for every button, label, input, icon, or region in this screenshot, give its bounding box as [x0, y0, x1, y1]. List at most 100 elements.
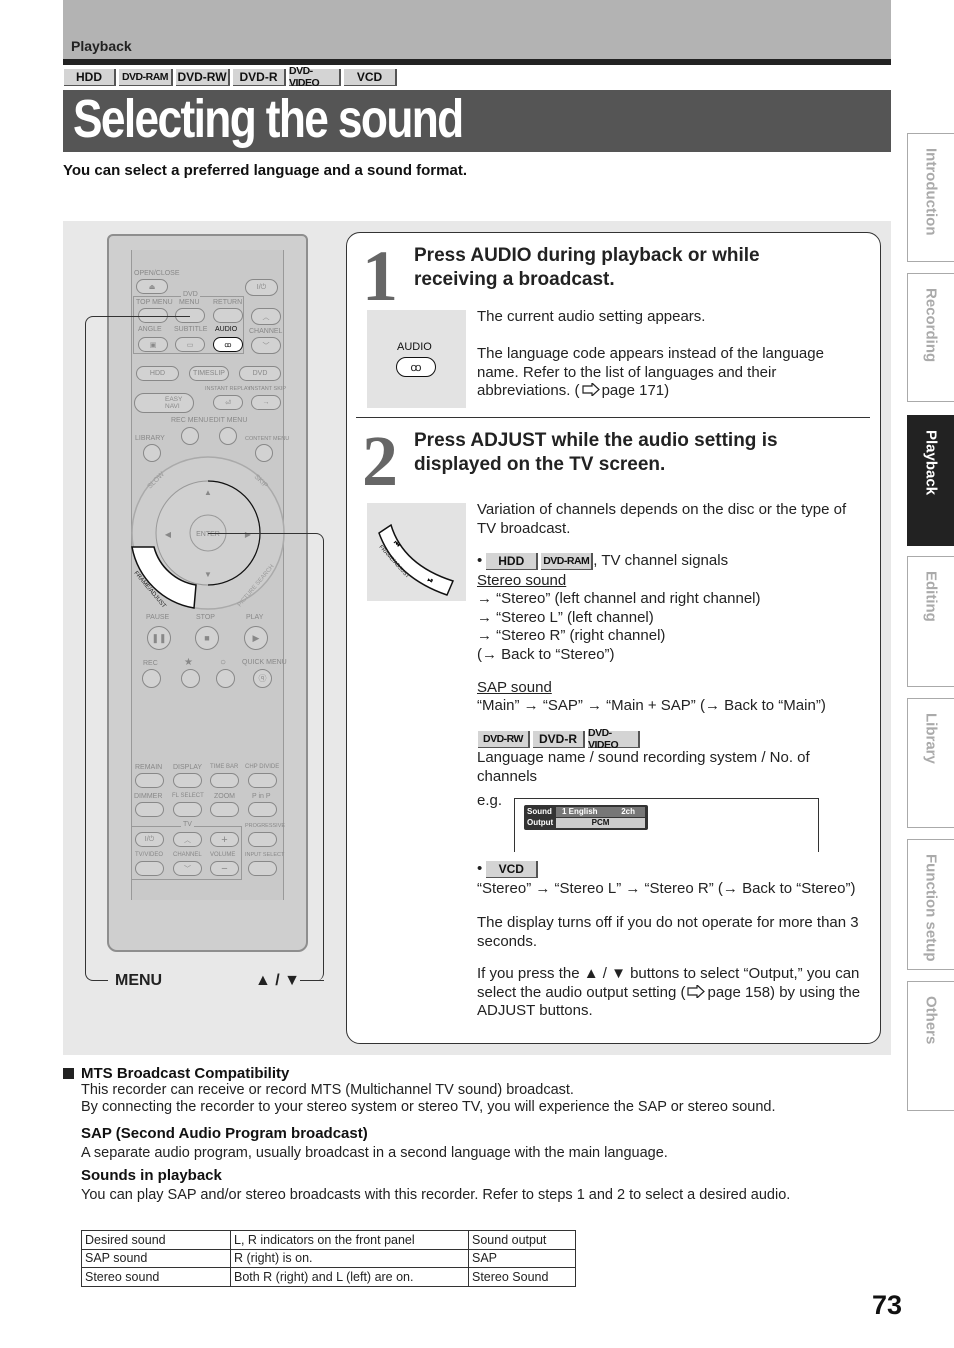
tab-playback[interactable]: Playback [907, 415, 954, 546]
mts-heading: MTS Broadcast Compatibility [63, 1064, 863, 1082]
hdd-dvdram-line: • HDD DVD-RAM , TV channel signals [477, 552, 729, 570]
badge-dvd-rw-inline: DVD-RW [478, 731, 530, 748]
tab-function-setup[interactable]: Function setup [907, 839, 954, 970]
updown-callout-label: ▲ / ▼ [255, 972, 301, 989]
tab-others[interactable]: Others [907, 981, 954, 1111]
power-button[interactable]: I/⏻ [245, 279, 278, 296]
table-row: Stereo sound Both R (right) and L (left)… [81, 1267, 576, 1287]
table-header: L, R indicators on the front panel [230, 1230, 469, 1250]
table-cell: Stereo sound [81, 1267, 231, 1287]
dvd-label: DVD [181, 291, 200, 298]
dvd-button[interactable]: DVD [239, 366, 281, 381]
instant-skip-label: INSTANT SKIP [249, 386, 287, 392]
audio-button-illustration: AUDIO ꝏ [367, 310, 466, 408]
step-2-number: 2 [362, 421, 398, 501]
tab-recording[interactable]: Recording [907, 273, 954, 402]
audio-button[interactable]: ꝏ [213, 337, 243, 352]
mts-line-2: By connecting the recorder to your stere… [81, 1099, 776, 1115]
return-label: RETURN [213, 299, 243, 306]
step-1-number: 1 [362, 236, 398, 316]
return-button[interactable] [213, 308, 243, 323]
badge-dvd-r: DVD-R [233, 69, 286, 86]
channel-up-button[interactable]: ︿ [251, 308, 281, 325]
stereo-line-1: → “Stereo” (left channel and right chann… [477, 590, 761, 607]
sap-line: “Main” → “SAP” → “Main + SAP” (→ Back to… [477, 697, 826, 714]
edit-menu-button[interactable] [219, 427, 237, 445]
instant-replay-button[interactable]: ⏎ [213, 395, 243, 410]
vcd-sequence: “Stereo” → “Stereo L” → “Stereo R” (→ Ba… [477, 880, 856, 897]
osd-output-value: PCM [556, 818, 645, 828]
badge-vcd: VCD [344, 69, 397, 86]
vcd-line: • VCD [477, 860, 539, 879]
table-cell: R (right) is on. [230, 1248, 469, 1268]
page-number: 73 [872, 1290, 903, 1320]
badge-hdd-inline: HDD [486, 552, 539, 570]
header-band [63, 0, 891, 59]
square-bullet-icon [63, 1067, 74, 1079]
audio-illus-label: AUDIO [397, 341, 432, 353]
hdd-suffix: , TV channel signals [593, 552, 729, 569]
step-2-title: Press ADJUST while the audio setting is … [414, 430, 778, 475]
frame-adjust-icon: ⏮ ⏯ FRAME/ADJUST [378, 523, 455, 596]
menu-label: MENU [179, 299, 200, 306]
step-1-title: Press AUDIO during playback or while rec… [414, 245, 760, 290]
up-arrow-icon: ▲ [204, 488, 212, 497]
tab-editing[interactable]: Editing [907, 556, 954, 687]
table-row: SAP sound R (right) is on. SAP [81, 1248, 576, 1268]
osd-sound-value: 1 English 2ch [556, 807, 645, 817]
notes-section: MTS Broadcast Compatibility This recorde… [63, 1064, 863, 1204]
osd-output-label: Output [527, 818, 554, 827]
updown-callout-end [300, 980, 324, 981]
channel-label: CHANNEL [249, 328, 283, 335]
badge-hdd: HDD [64, 69, 116, 86]
open-close-label: OPEN/CLOSE [134, 270, 180, 277]
display-off-note: The display turns off if you do not oper… [477, 914, 859, 950]
table-cell: SAP sound [81, 1248, 231, 1268]
badge-dvd-ram: DVD-RAM [119, 69, 173, 86]
menu-callout-line [85, 316, 190, 981]
table-cell: SAP [468, 1248, 576, 1268]
content-menu-label: CONTENT MENU [245, 436, 290, 442]
output-note: If you press the ▲ / ▼ buttons to select… [477, 965, 861, 1019]
osd-display: Sound 1 English 2ch Output PCM [524, 805, 648, 830]
badge-dvd-r-inline: DVD-R [533, 731, 585, 748]
timeslip-button[interactable]: TIMESLIP [189, 366, 229, 381]
badge-dvd-video-inline: DVD-VIDEO [588, 727, 640, 751]
channel-down-button[interactable]: ﹀ [251, 337, 281, 354]
badge-dvd-video: DVD-VIDEO [289, 65, 341, 89]
badge-dvd-ram-inline: DVD-RAM [541, 552, 594, 570]
mts-line-1: This recorder can receive or record MTS … [81, 1082, 574, 1098]
table-header-row: Desired sound L, R indicators on the fro… [81, 1230, 576, 1250]
page-ref-arrow-icon [581, 383, 600, 396]
sap-text: A separate audio program, usually broadc… [81, 1145, 668, 1161]
step-1-text-1: The current audio setting appears. [477, 308, 706, 325]
table-header: Desired sound [81, 1230, 231, 1250]
stereo-line-2: → “Stereo L” (left channel) [477, 609, 654, 626]
audio-icon: ꝏ [396, 357, 436, 377]
instant-skip-button[interactable]: → [251, 395, 281, 410]
section-label: Playback [71, 38, 132, 54]
open-close-button[interactable]: ⏏ [136, 279, 168, 294]
badge-vcd-inline: VCD [486, 860, 539, 878]
edit-menu-label: EDIT MENU [209, 417, 248, 424]
stereo-line-3: → “Stereo R” (right channel) [477, 627, 666, 644]
osd-sound-label: Sound [527, 807, 552, 816]
badge-dvd-rw: DVD-RW [176, 69, 230, 86]
audio-label: AUDIO [215, 326, 238, 333]
tab-introduction[interactable]: Introduction [907, 133, 954, 262]
page-title: Selecting the sound [73, 89, 464, 149]
table-cell: Both R (right) and L (left) are on. [230, 1267, 469, 1287]
step-1-text-2: The language code appears instead of the… [477, 345, 824, 399]
top-menu-label: TOP MENU [136, 299, 173, 306]
dvd-badges-inline: DVD-RW DVD-R DVD-VIDEO [478, 727, 640, 751]
table-header: Sound output [468, 1230, 576, 1250]
instant-replay-label: INSTANT REPLAY [205, 386, 251, 392]
page-ref-arrow-icon [687, 984, 706, 998]
stereo-sound-heading: Stereo sound [477, 572, 567, 589]
tab-library[interactable]: Library [907, 698, 954, 828]
eg-label: e.g. [477, 792, 503, 809]
sounds-heading: Sounds in playback [81, 1167, 222, 1184]
header-rule [63, 59, 891, 65]
sound-indicator-table: Desired sound L, R indicators on the fro… [81, 1230, 576, 1287]
table-cell: Stereo Sound [468, 1267, 576, 1287]
